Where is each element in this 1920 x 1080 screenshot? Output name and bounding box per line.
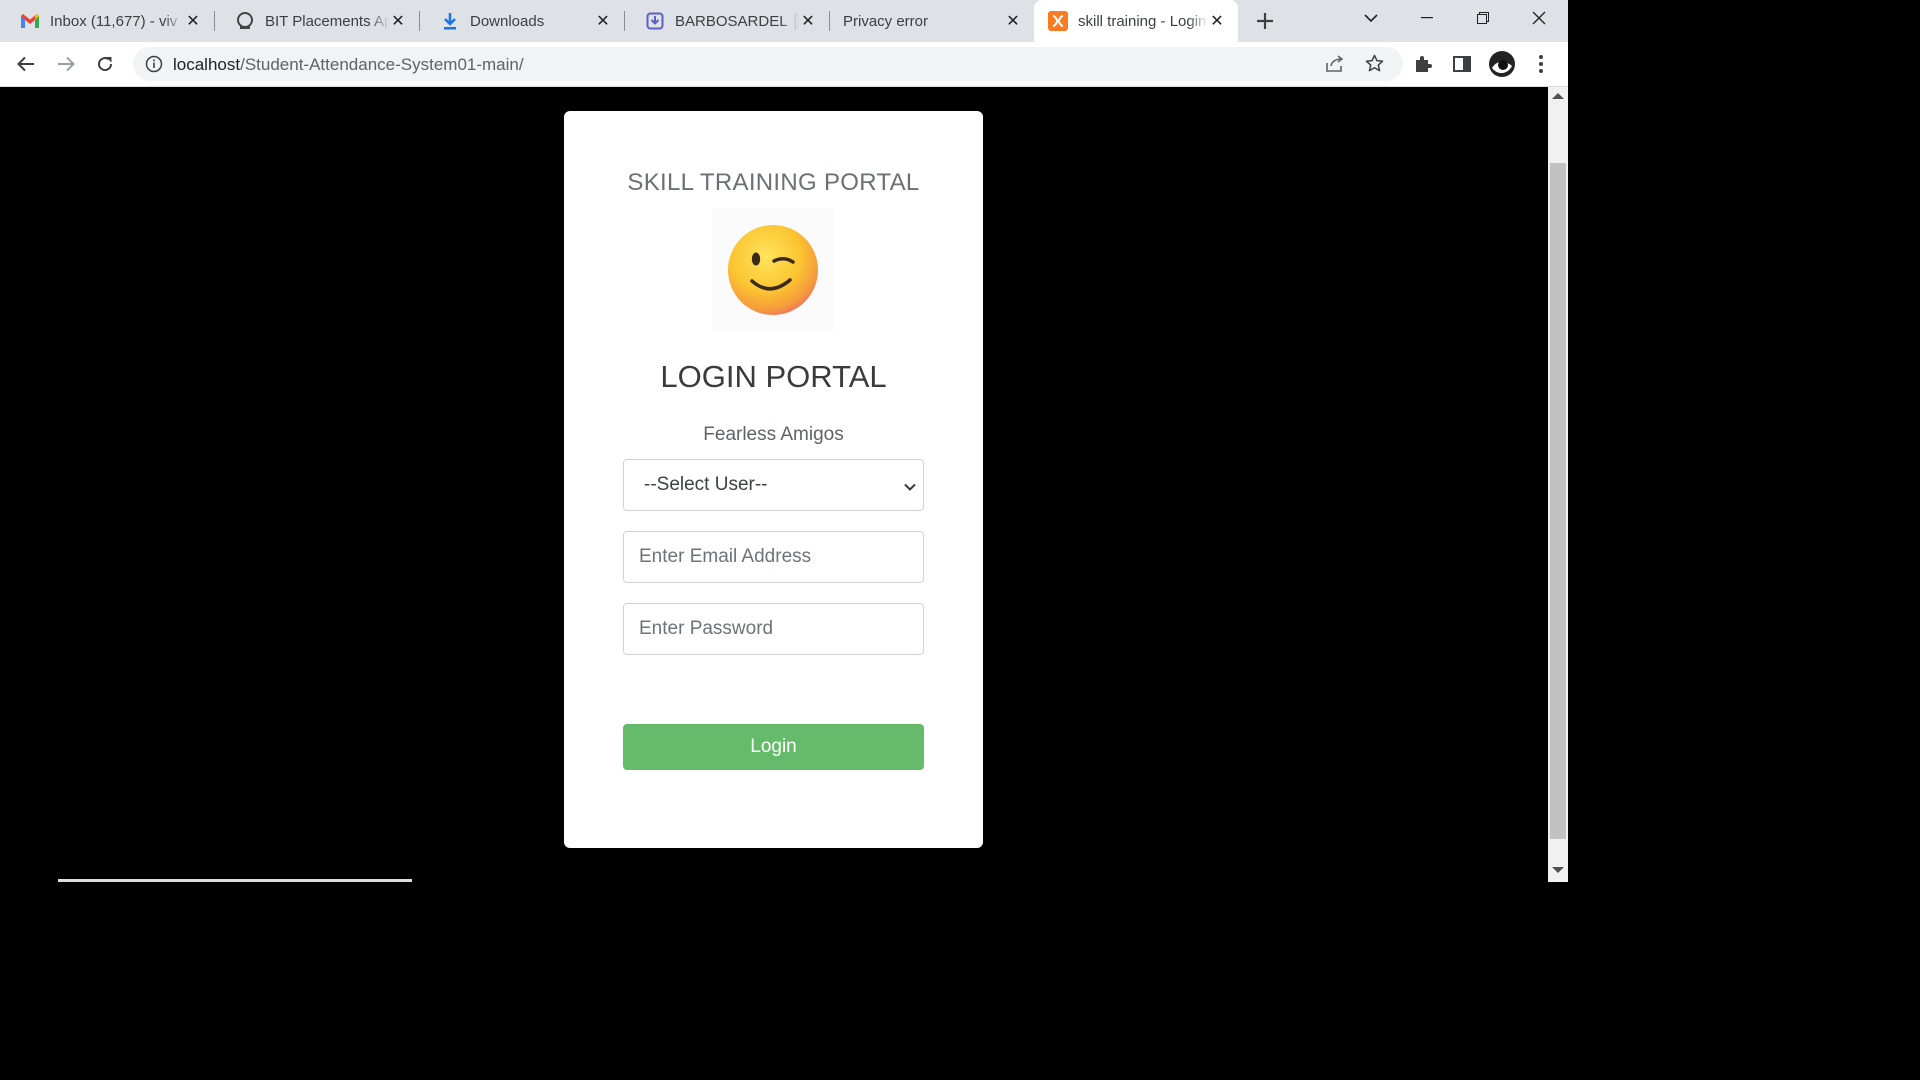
minimize-icon[interactable]	[1404, 0, 1450, 36]
tab-title: Privacy error	[843, 12, 929, 30]
scrollbar-thumb[interactable]	[1550, 163, 1566, 839]
login-title: LOGIN PORTAL	[660, 359, 887, 394]
tab-title: Downloads	[470, 12, 545, 30]
profile-avatar[interactable]	[1486, 48, 1518, 80]
share-icon[interactable]	[1325, 55, 1345, 78]
xampp-icon	[1048, 11, 1068, 31]
restore-icon[interactable]	[1460, 0, 1506, 36]
download-shelf-edge	[58, 879, 412, 882]
close-tab-icon[interactable]: ✕	[1004, 12, 1022, 30]
extensions-icon[interactable]	[1407, 48, 1439, 80]
close-tab-icon[interactable]: ✕	[184, 12, 202, 30]
bookmark-star-icon[interactable]	[1365, 54, 1384, 78]
portal-title: SKILL TRAINING PORTAL	[627, 169, 920, 196]
select-user-dropdown[interactable]: --Select User--	[623, 459, 924, 511]
url-path: /Student-Attendance-System01-main/	[240, 55, 524, 74]
tab-bit-placements[interactable]: BIT Placements App ✕	[215, 0, 419, 42]
tab-downloads[interactable]: Downloads ✕	[420, 0, 624, 42]
password-placeholder: Enter Password	[639, 618, 774, 639]
page-scrollbar[interactable]	[1548, 87, 1568, 882]
scroll-down-arrow-icon[interactable]	[1552, 867, 1564, 873]
close-tab-icon[interactable]: ✕	[594, 12, 612, 30]
password-field[interactable]: Enter Password	[623, 603, 924, 655]
select-user-value: --Select User--	[644, 474, 768, 495]
url-text: localhost/Student-Attendance-System01-ma…	[173, 55, 524, 75]
scroll-up-arrow-icon[interactable]	[1552, 93, 1564, 99]
winking-face-emoji-icon	[712, 209, 834, 331]
forward-arrow-icon[interactable]	[50, 48, 82, 80]
tab-barbosardel[interactable]: BARBOSARDEL ╟ro ✕	[625, 0, 829, 42]
browser-toolbar: localhost/Student-Attendance-System01-ma…	[0, 42, 1568, 87]
email-field[interactable]: Enter Email Address	[623, 531, 924, 583]
side-panel-icon[interactable]	[1446, 48, 1478, 80]
team-name: Fearless Amigos	[703, 424, 844, 445]
download-icon	[440, 11, 460, 31]
download-page-icon	[645, 11, 665, 31]
tab-privacy-error[interactable]: Privacy error ✕	[830, 0, 1034, 42]
tab-title: BARBOSARDEL ╟ro	[675, 12, 799, 30]
site-info-icon[interactable]	[145, 55, 163, 73]
tab-title: Inbox (11,677) - viv	[50, 12, 178, 30]
tab-title: skill training - Login	[1078, 12, 1207, 30]
url-host: localhost	[173, 55, 241, 74]
new-tab-button[interactable]	[1250, 6, 1280, 36]
tab-skill-training[interactable]: skill training - Login ✕	[1034, 0, 1238, 42]
tab-title: BIT Placements App	[265, 12, 389, 30]
back-arrow-icon[interactable]	[10, 48, 42, 80]
login-button[interactable]: Login	[623, 724, 924, 770]
close-tab-icon[interactable]: ✕	[1208, 12, 1226, 30]
gmail-icon	[20, 11, 40, 31]
address-bar[interactable]: localhost/Student-Attendance-System01-ma…	[133, 47, 1403, 81]
login-card: SKILL TRAINING PORTAL LOGIN PORTAL Fearl…	[564, 111, 983, 848]
tab-inbox[interactable]: Inbox (11,677) - viv ✕	[0, 0, 214, 42]
reload-icon[interactable]	[89, 48, 121, 80]
page-viewport: SKILL TRAINING PORTAL LOGIN PORTAL Fearl…	[0, 87, 1548, 882]
placements-icon	[235, 11, 255, 31]
tab-strip: Inbox (11,677) - viv ✕ BIT Placements Ap…	[0, 0, 1568, 42]
close-tab-icon[interactable]: ✕	[389, 12, 407, 30]
tab-search-icon[interactable]	[1348, 0, 1394, 36]
close-tab-icon[interactable]: ✕	[799, 12, 817, 30]
menu-kebab-icon[interactable]	[1525, 48, 1557, 80]
close-window-icon[interactable]	[1516, 0, 1562, 36]
email-placeholder: Enter Email Address	[639, 546, 812, 567]
chevron-down-icon	[903, 478, 917, 492]
